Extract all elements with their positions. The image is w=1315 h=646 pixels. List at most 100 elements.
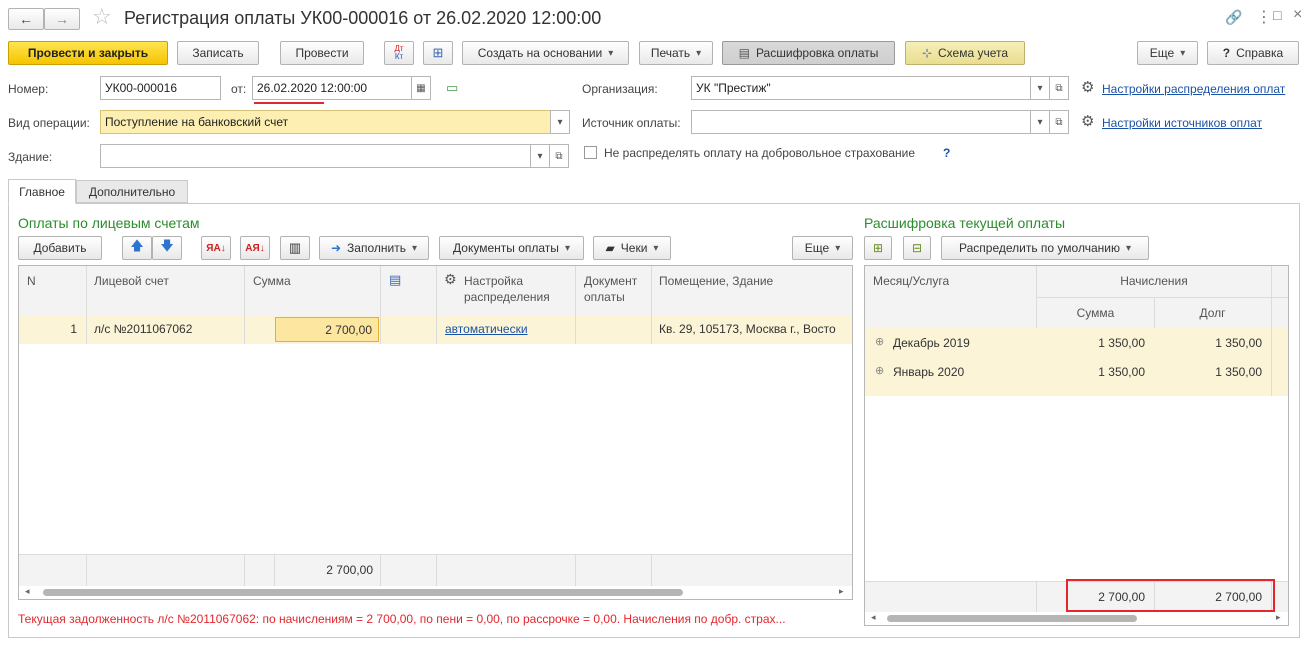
sort-asc-button[interactable]: ЯА↓: [201, 236, 231, 260]
receipts-button[interactable]: ▰ Чеки: [593, 236, 671, 260]
scroll-left-icon[interactable]: ◂: [871, 612, 876, 623]
move-up-button[interactable]: 🡅: [122, 236, 152, 260]
sort-asc-icon: ЯА↓: [206, 242, 226, 254]
gear-icon: ⚙: [444, 271, 457, 287]
organization-label: Организация:: [582, 82, 658, 96]
row-label: Декабрь 2019: [893, 336, 970, 350]
tab-main[interactable]: Главное: [8, 179, 76, 204]
add-button[interactable]: Добавить: [18, 236, 102, 260]
scrollbar-thumb[interactable]: [887, 615, 1137, 622]
col-doc-line1[interactable]: Документ: [584, 274, 637, 288]
organization-field[interactable]: УК "Престиж": [691, 76, 1031, 100]
print-button[interactable]: Печать: [639, 41, 713, 65]
scrollbar-thumb[interactable]: [43, 589, 683, 596]
menu-dots-icon[interactable]: ⋮: [1256, 7, 1272, 27]
building-open[interactable]: ⧉: [549, 144, 569, 168]
post-and-close-button[interactable]: Провести и закрыть: [8, 41, 168, 65]
accounting-scheme-button[interactable]: ⊹ Схема учета: [905, 41, 1025, 65]
question-icon: ?: [1222, 46, 1231, 60]
favorite-star-icon[interactable]: ☆: [92, 4, 112, 30]
sort-desc-button[interactable]: АЯ↓: [240, 236, 270, 260]
operation-dropdown[interactable]: ▾: [550, 110, 570, 134]
forward-button[interactable]: →: [44, 8, 80, 30]
col-setting-line2[interactable]: распределения: [464, 290, 550, 304]
col-month-service[interactable]: Месяц/Услуга: [873, 274, 949, 288]
structure-button[interactable]: ⊞: [423, 41, 453, 65]
payment-source-field[interactable]: [691, 110, 1031, 134]
status-message: Текущая задолженность л/с №2011067062: п…: [18, 612, 786, 626]
operation-field[interactable]: Поступление на банковский счет: [100, 110, 551, 134]
expand-row-icon[interactable]: ⊕: [875, 335, 884, 348]
col-account[interactable]: Лицевой счет: [94, 274, 169, 288]
horizontal-scrollbar[interactable]: ◂ ▸: [19, 586, 852, 599]
more-button[interactable]: Еще: [1137, 41, 1198, 65]
help-button[interactable]: ? Справка: [1207, 41, 1299, 65]
operation-label: Вид операции:: [8, 116, 90, 130]
save-button[interactable]: Записать: [177, 41, 259, 65]
horizontal-scrollbar[interactable]: ◂ ▸: [865, 612, 1288, 625]
expand-all-button[interactable]: ⊞: [864, 236, 892, 260]
link-icon[interactable]: 🔗: [1225, 9, 1242, 26]
row-debt: 1 350,00: [1215, 365, 1262, 379]
source-settings-link[interactable]: Настройки источников оплат: [1102, 116, 1262, 130]
payment-breakdown-button[interactable]: ▤ Расшифровка оплаты: [722, 41, 895, 65]
left-panel-title: Оплаты по лицевым счетам: [18, 215, 200, 231]
fill-button[interactable]: ➜ Заполнить: [319, 236, 429, 260]
row-sum[interactable]: 2 700,00: [275, 317, 379, 342]
no-distribute-checkbox[interactable]: [584, 146, 597, 159]
payment-source-dropdown[interactable]: ▾: [1030, 110, 1050, 134]
distribution-settings-link[interactable]: Настройки распределения оплат: [1102, 82, 1285, 96]
organization-dropdown[interactable]: ▾: [1030, 76, 1050, 100]
list-item[interactable]: ⊕ Декабрь 2019 1 350,00 1 350,00: [865, 328, 1288, 357]
arrow-left-icon: ←: [19, 11, 33, 27]
scroll-right-icon[interactable]: ▸: [839, 586, 844, 597]
date-field[interactable]: 26.02.2020 12:00:00: [252, 76, 412, 100]
scroll-right-icon[interactable]: ▸: [1276, 612, 1281, 623]
col-sum[interactable]: Сумма: [253, 274, 291, 288]
collapse-all-button[interactable]: ⊟: [903, 236, 931, 260]
building-field[interactable]: [100, 144, 531, 168]
col-setting-line1[interactable]: Настройка: [464, 274, 523, 288]
row-setting[interactable]: автоматически: [445, 322, 528, 336]
col-charges-sum[interactable]: Сумма: [1037, 306, 1154, 320]
distribute-default-button[interactable]: Распределить по умолчанию: [941, 236, 1149, 260]
list-item[interactable]: ⊕ Январь 2020 1 350,00 1 350,00: [865, 357, 1288, 386]
barcode-button[interactable]: ▥: [280, 236, 310, 260]
row-account: л/с №2011067062: [94, 322, 193, 336]
right-panel-title: Расшифровка текущей оплаты: [864, 215, 1066, 231]
maximize-icon[interactable]: □: [1273, 7, 1281, 23]
col-premises[interactable]: Помещение, Здание: [659, 274, 773, 288]
gear-icon: ⚙: [1081, 113, 1095, 130]
fill-icon: ➜: [330, 241, 342, 255]
organization-open[interactable]: ⧉: [1049, 76, 1069, 100]
help-mark[interactable]: ?: [943, 146, 950, 160]
totals-highlight-box: [1066, 579, 1275, 612]
number-field[interactable]: УК00-000016: [100, 76, 221, 100]
col-doc-line2[interactable]: оплаты: [584, 290, 625, 304]
close-icon[interactable]: ×: [1293, 6, 1302, 24]
create-based-on-button[interactable]: Создать на основании: [462, 41, 629, 65]
dt-kt-button[interactable]: Дт Кт: [384, 41, 414, 65]
edit-column-icon: ▤: [389, 272, 402, 287]
left-more-button[interactable]: Еще: [792, 236, 853, 260]
col-charges-debt[interactable]: Долг: [1154, 306, 1271, 320]
expand-row-icon[interactable]: ⊕: [875, 364, 884, 377]
payment-source-open[interactable]: ⧉: [1049, 110, 1069, 134]
move-down-button[interactable]: 🡇: [152, 236, 182, 260]
open-icon: ⧉: [555, 150, 563, 162]
tab-additional[interactable]: Дополнительно: [76, 180, 188, 203]
comment-icon[interactable]: ▭: [446, 80, 458, 96]
no-distribute-label: Не распределять оплату на добровольное с…: [604, 146, 916, 160]
scroll-left-icon[interactable]: ◂: [25, 586, 30, 597]
post-button[interactable]: Провести: [280, 41, 364, 65]
chevron-down-icon: ▾: [537, 150, 543, 162]
back-button[interactable]: ←: [8, 8, 44, 30]
col-charges[interactable]: Начисления: [1037, 274, 1271, 288]
calendar-button[interactable]: ▦: [411, 76, 431, 100]
col-n[interactable]: N: [27, 274, 36, 288]
calendar-icon: ▦: [416, 82, 426, 94]
chevron-down-icon: ▾: [1037, 116, 1043, 128]
breakdown-table: Месяц/Услуга Начисления Сумма Долг ⊕ Дек…: [864, 265, 1289, 626]
building-dropdown[interactable]: ▾: [530, 144, 550, 168]
payment-docs-button[interactable]: Документы оплаты: [439, 236, 584, 260]
